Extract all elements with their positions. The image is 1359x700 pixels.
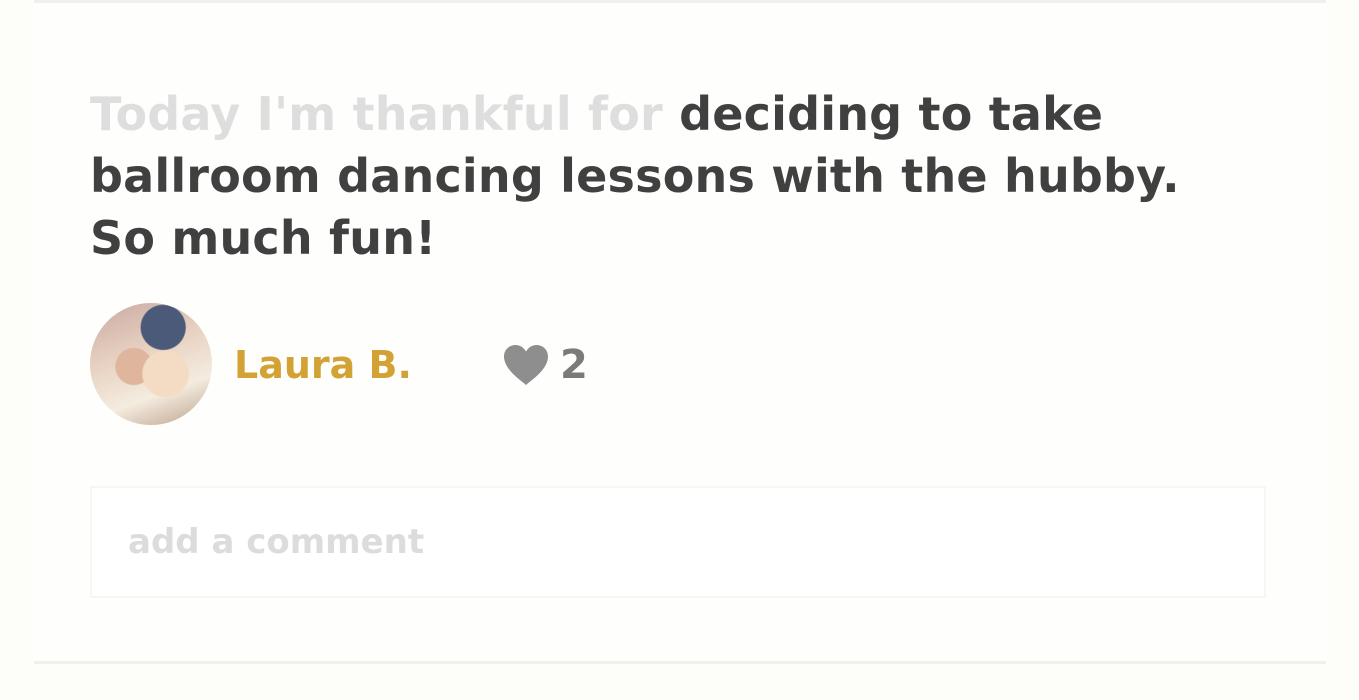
avatar[interactable] xyxy=(90,303,212,425)
bottom-divider xyxy=(34,661,1326,664)
comment-input[interactable] xyxy=(90,486,1266,598)
like-count: 2 xyxy=(560,342,588,388)
post-meta: Laura B. 2 xyxy=(90,301,790,427)
author-name-link[interactable]: Laura B. xyxy=(234,341,412,389)
heart-icon xyxy=(504,345,548,385)
like-button[interactable]: 2 xyxy=(502,341,588,389)
post-text: Today I'm thankful for deciding to take … xyxy=(90,83,1250,269)
page: Today I'm thankful for deciding to take … xyxy=(0,0,1359,700)
post-prefix: Today I'm thankful for xyxy=(90,87,680,141)
